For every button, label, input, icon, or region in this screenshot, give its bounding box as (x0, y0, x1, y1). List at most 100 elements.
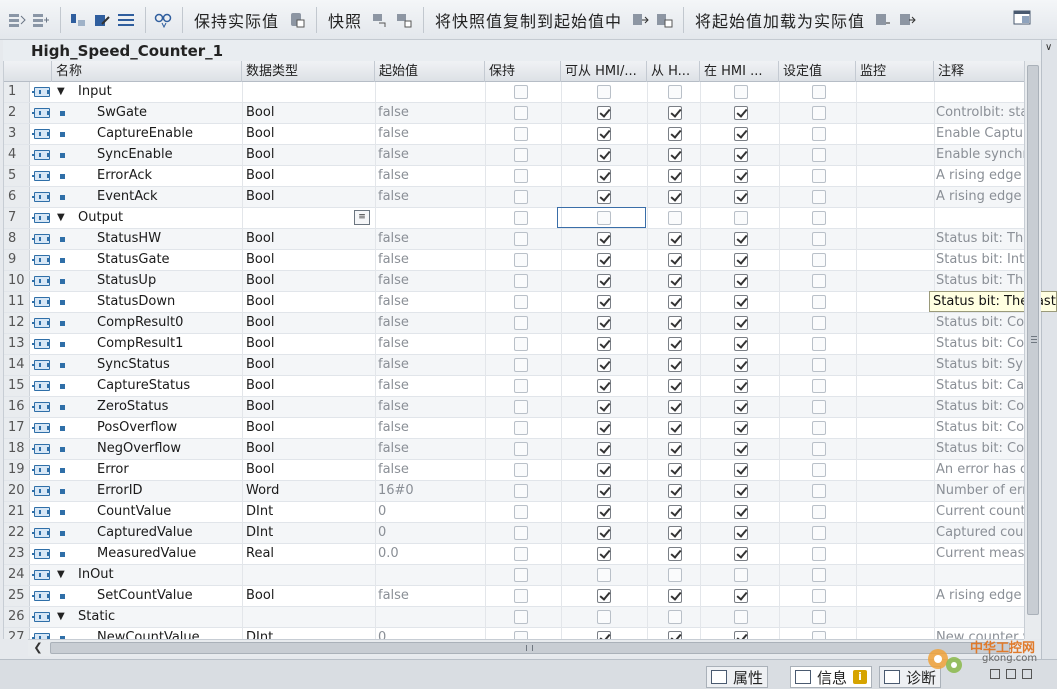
member-name[interactable]: InOut (78, 565, 238, 585)
retain-checkbox[interactable] (514, 400, 528, 414)
header-start-value[interactable]: 起始值 (375, 61, 485, 82)
hmi-accessible-checkbox[interactable] (597, 463, 611, 477)
start-value[interactable]: false (375, 334, 483, 354)
tab-properties[interactable]: 属性 (706, 666, 769, 688)
start-value[interactable]: false (375, 292, 483, 312)
hmi-accessible-checkbox[interactable] (597, 274, 611, 288)
comment[interactable]: Status bit: Cou (934, 397, 1024, 417)
comment[interactable]: Enable Captur (934, 124, 1024, 144)
start-value[interactable]: false (375, 418, 483, 438)
hmi-accessible-checkbox[interactable] (597, 589, 611, 603)
hmi-accessible-checkbox[interactable] (597, 295, 611, 309)
comment[interactable] (934, 82, 1024, 102)
retain-checkbox[interactable] (514, 295, 528, 309)
hmi-visible-checkbox[interactable] (734, 379, 748, 393)
setpoint-checkbox[interactable] (812, 589, 826, 603)
member-name[interactable]: NegOverflow (97, 439, 239, 459)
retain-checkbox[interactable] (514, 568, 528, 582)
member-name[interactable]: CaptureStatus (97, 376, 239, 396)
section-row[interactable]: 24 ▼ InOut (4, 565, 1024, 586)
start-value[interactable]: 16#0 (375, 481, 483, 501)
setpoint-checkbox[interactable] (812, 295, 826, 309)
hmi-writeable-checkbox[interactable] (668, 526, 682, 540)
hmi-visible-checkbox[interactable] (734, 484, 748, 498)
hmi-visible-checkbox[interactable] (734, 505, 748, 519)
setpoint-checkbox[interactable] (812, 358, 826, 372)
member-name[interactable]: EventAck (97, 187, 239, 207)
section-row[interactable]: 7 ▼ Output (4, 208, 1024, 229)
setpoint-checkbox[interactable] (812, 400, 826, 414)
hmi-writeable-checkbox[interactable] (668, 547, 682, 561)
comment[interactable]: Enable synchr (934, 145, 1024, 165)
retain-checkbox[interactable] (514, 316, 528, 330)
hmi-visible-checkbox[interactable] (734, 589, 748, 603)
member-name[interactable]: Error (97, 460, 239, 480)
data-type[interactable]: Bool (242, 418, 372, 438)
retain-checkbox[interactable] (514, 463, 528, 477)
comment[interactable] (934, 565, 1024, 585)
start-value[interactable]: false (375, 439, 483, 459)
load-start-all-icon[interactable] (896, 6, 918, 34)
retain-checkbox[interactable] (514, 337, 528, 351)
setpoint-checkbox[interactable] (812, 568, 826, 582)
hmi-accessible-checkbox[interactable] (597, 106, 611, 120)
retain-checkbox[interactable] (514, 106, 528, 120)
setpoint-checkbox[interactable] (812, 421, 826, 435)
member-name[interactable]: ErrorAck (97, 166, 239, 186)
data-type[interactable]: Bool (242, 229, 372, 249)
setpoint-checkbox[interactable] (812, 253, 826, 267)
table-row[interactable]: 11 StatusDown Bool false (4, 292, 1024, 313)
setpoint-checkbox[interactable] (812, 274, 826, 288)
data-type[interactable] (242, 208, 372, 228)
data-type[interactable]: Bool (242, 313, 372, 333)
retain-checkbox[interactable] (514, 211, 528, 225)
comment[interactable]: An error has o (934, 460, 1024, 480)
hmi-accessible-checkbox[interactable] (597, 379, 611, 393)
hmi-visible-checkbox[interactable] (734, 148, 748, 162)
hmi-accessible-checkbox[interactable] (597, 337, 611, 351)
table-row[interactable]: 19 Error Bool false An error has o (4, 460, 1024, 481)
comment[interactable]: Status bit: Syn (934, 355, 1024, 375)
vertical-scroll-thumb[interactable] (1027, 65, 1039, 615)
retain-checkbox[interactable] (514, 169, 528, 183)
hmi-visible-checkbox[interactable] (734, 190, 748, 204)
retain-checkbox[interactable] (514, 232, 528, 246)
expand-triangle-icon[interactable]: ▼ (57, 607, 71, 627)
hmi-visible-checkbox[interactable] (734, 85, 748, 99)
data-type[interactable]: Bool (242, 439, 372, 459)
data-type[interactable]: Bool (242, 586, 372, 606)
setpoint-checkbox[interactable] (812, 127, 826, 141)
member-name[interactable]: CapturedValue (97, 523, 239, 543)
comment[interactable]: A rising edge r (934, 187, 1024, 207)
header-name[interactable]: 名称 (52, 61, 242, 82)
data-type[interactable]: Word (242, 481, 372, 501)
setpoint-checkbox[interactable] (812, 337, 826, 351)
retain-checkbox[interactable] (514, 610, 528, 624)
close-window-icon[interactable] (1022, 669, 1032, 679)
comment[interactable]: Status bit: Inte (934, 250, 1024, 270)
hmi-writeable-checkbox[interactable] (668, 631, 682, 639)
setpoint-checkbox[interactable] (812, 505, 826, 519)
keep-actual-values-button[interactable]: 保持实际值 (189, 6, 284, 34)
hmi-writeable-checkbox[interactable] (668, 169, 682, 183)
hmi-writeable-checkbox[interactable] (668, 211, 682, 225)
data-type[interactable]: Bool (242, 397, 372, 417)
data-type[interactable]: Bool (242, 103, 372, 123)
comment[interactable]: Captured coun (934, 523, 1024, 543)
member-name[interactable]: SyncEnable (97, 145, 239, 165)
comment[interactable]: Controlbit: star (934, 103, 1024, 123)
list-icon[interactable] (115, 6, 137, 34)
data-type[interactable]: Bool (242, 166, 372, 186)
header-comment[interactable]: 注释 (934, 61, 1024, 82)
load-start-icon[interactable] (872, 6, 894, 34)
selected-cell[interactable] (557, 207, 646, 228)
expand-triangle-icon[interactable]: ▼ (57, 565, 71, 585)
hmi-accessible-checkbox[interactable] (597, 232, 611, 246)
setpoint-checkbox[interactable] (812, 169, 826, 183)
hmi-visible-checkbox[interactable] (734, 232, 748, 246)
retain-checkbox[interactable] (514, 148, 528, 162)
table-row[interactable]: 17 PosOverflow Bool false Status bit: Cou (4, 418, 1024, 439)
member-name[interactable]: StatusDown (97, 292, 239, 312)
hmi-writeable-checkbox[interactable] (668, 316, 682, 330)
table-row[interactable]: 4 SyncEnable Bool false Enable synchr (4, 145, 1024, 166)
